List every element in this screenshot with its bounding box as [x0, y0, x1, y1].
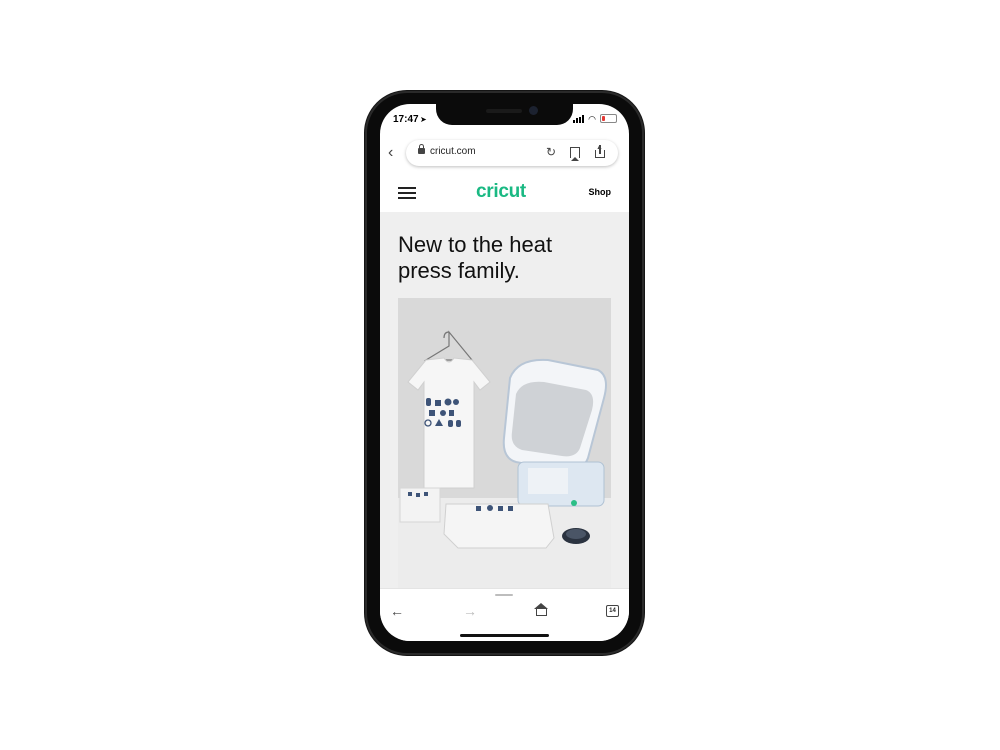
bookmark-icon[interactable]: [570, 147, 580, 161]
battery-icon: [600, 114, 617, 123]
home-icon[interactable]: [534, 603, 548, 616]
cellular-signal-icon: [573, 114, 585, 123]
front-camera: [529, 106, 538, 115]
location-arrow-icon: ➤: [420, 115, 427, 124]
address-bar[interactable]: cricut.com ↻ ▲: [406, 140, 618, 166]
browser-toolbar: ‹ cricut.com ↻ ▲: [380, 138, 629, 168]
url-text[interactable]: cricut.com: [430, 146, 476, 157]
hero-section: New to the heat press family.: [380, 212, 629, 598]
status-time: 17:47: [393, 114, 419, 125]
home-indicator: [460, 634, 549, 637]
grab-handle[interactable]: [495, 594, 513, 596]
cricut-logo[interactable]: cricut: [476, 181, 526, 203]
browser-bottom-toolbar: ← → 14: [380, 588, 629, 641]
share-icon[interactable]: ▲: [594, 144, 606, 159]
hamburger-menu-icon[interactable]: [398, 187, 416, 199]
phone-speaker: [486, 109, 522, 113]
lock-icon: [418, 144, 425, 154]
wifi-icon: ◠: [588, 113, 596, 124]
shop-link[interactable]: Shop: [589, 187, 612, 197]
site-header: cricut Shop: [380, 174, 629, 212]
back-chevron-icon[interactable]: ‹: [388, 144, 393, 162]
forward-arrow-icon[interactable]: →: [463, 603, 477, 619]
back-arrow-icon[interactable]: ←: [390, 603, 404, 619]
status-indicators: ◠: [573, 114, 617, 123]
hero-product-image[interactable]: [398, 298, 611, 598]
phone-screen: 17:47 ➤ ◠ ‹ cricut.com ↻ ▲ cricut Shop N…: [380, 104, 629, 641]
heat-press-photo: [398, 298, 611, 598]
tabs-icon[interactable]: 14: [606, 605, 619, 617]
hero-headline: New to the heat press family.: [398, 232, 553, 283]
reload-icon[interactable]: ↻: [546, 145, 556, 159]
